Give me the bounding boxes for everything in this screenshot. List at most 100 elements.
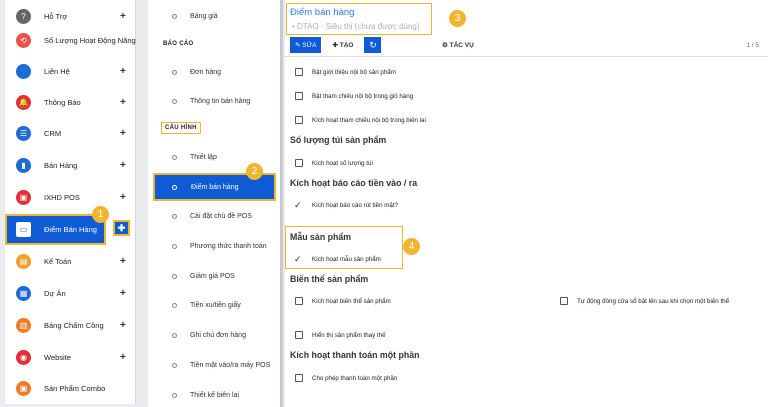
app-menu-item[interactable]: 👤 Liên Hệ + [5, 56, 136, 86]
cash-out-report-checkbox[interactable]: ✓ Kích hoạt báo cáo rút tiền mặt? [294, 201, 398, 210]
checkbox[interactable] [295, 374, 303, 382]
add-icon[interactable]: + [120, 192, 126, 203]
record-breadcrumb: • DTAO · Siêu thị (chưa được dùng) [292, 22, 420, 31]
add-icon[interactable]: + [120, 97, 126, 108]
app-menu-item[interactable]: ▤ Kế Toán + [5, 246, 136, 276]
add-pos-button[interactable]: ✚ [113, 220, 130, 236]
submenu-item-label: Thông tin bán hàng [190, 97, 251, 105]
submenu-item-label: Tiền mặt vào/ra máy POS [190, 361, 271, 369]
add-icon[interactable]: + [120, 320, 126, 331]
submenu-item[interactable]: Thiết kế biên lai [148, 383, 280, 407]
section-partial-payment: Kích hoạt thanh toán một phần [290, 350, 420, 360]
checkbox-label: Bật tham chiếu nội bộ trong giỏ hàng [312, 92, 414, 100]
app-menu-item[interactable]: ⟲ Số Lượng Hoạt Động Năng [5, 25, 136, 55]
app-menu-item[interactable]: ▣ Sản Phẩm Combo [5, 373, 136, 403]
checkbox[interactable] [295, 116, 303, 124]
app-menu-item-label: Dự Án [44, 288, 66, 298]
checkbox[interactable] [295, 92, 303, 100]
pos-icon: ▣ [16, 189, 31, 205]
add-icon[interactable]: + [120, 288, 126, 299]
internal-ref-product-checkbox[interactable]: Bật giới thiệu nội bộ sản phẩm [295, 68, 396, 76]
app-menu-item-label: Bảng Chấm Công [44, 320, 104, 330]
app-menu-item[interactable]: ☰ CRM + [5, 118, 136, 148]
add-icon[interactable]: + [120, 352, 126, 363]
submenu-heading-cau-hinh: CẤU HÌNH [161, 122, 201, 134]
checkbox[interactable] [295, 159, 303, 167]
callout-3: 3 [449, 10, 466, 27]
auto-close-popup-checkbox[interactable]: Tự động đóng cửa sổ bật lên sau khi chọn… [560, 297, 729, 305]
checkbox-label: Hiển thị sản phẩm thay thế [312, 331, 386, 339]
bullet-icon [172, 69, 177, 75]
app-menu-item-label: Kế Toán [44, 256, 72, 266]
toolbar: ✎ SỬA ✚ TẠO ↻ [290, 37, 382, 53]
bullet-icon [172, 98, 177, 104]
submenu-heading-bao-cao: BÁO CÁO [163, 41, 194, 47]
bag-quantity-checkbox[interactable]: Kích hoạt số lượng túi [295, 159, 373, 167]
show-alternative-products-checkbox[interactable]: Hiển thị sản phẩm thay thế [295, 331, 386, 339]
accounting-icon: ▤ [16, 253, 31, 269]
combo-icon: ▣ [16, 380, 31, 396]
submenu-item-don-hang[interactable]: Đơn hàng [148, 60, 280, 84]
checkbox-label: Kích hoạt biến thể sản phẩm [312, 297, 391, 305]
divider [285, 56, 768, 57]
submenu-item-label: Tiền xu/tiền giấy [190, 301, 241, 309]
submenu-item-label: Thiết lập [190, 153, 217, 161]
submenu-item-label: Cài đặt chủ đề POS [190, 212, 252, 220]
refresh-icon[interactable]: ↻ [364, 37, 382, 53]
checkbox-label: Kích hoạt báo cáo rút tiền mặt? [312, 202, 398, 209]
app-menu-item[interactable]: ▭ Điểm Bán Hàng [5, 214, 106, 245]
submenu-item-bang-gia[interactable]: Bảng giá [148, 4, 280, 28]
callout-4: 4 [403, 238, 420, 255]
app-menu-item[interactable]: ◉ Website + [5, 342, 136, 372]
submenu-item[interactable]: Tiền xu/tiền giấy [148, 293, 280, 317]
app-menu-item-label: CRM [44, 128, 62, 138]
bullet-icon [172, 362, 177, 368]
create-button[interactable]: ✚ TẠO [327, 37, 359, 53]
bullet-icon [172, 273, 177, 279]
add-icon[interactable]: + [120, 128, 126, 139]
history-icon: ⟲ [16, 32, 31, 48]
app-menu-item[interactable]: ▣ IXHD POS + [5, 182, 136, 212]
checkbox[interactable] [295, 68, 303, 76]
checkbox[interactable] [295, 331, 303, 339]
app-menu-item[interactable]: ▥ Bảng Chấm Công + [5, 310, 136, 340]
partial-payment-checkbox[interactable]: Cho phép thanh toán một phần [295, 374, 397, 382]
add-icon[interactable]: + [120, 160, 126, 171]
timesheet-icon: ▥ [16, 317, 31, 333]
bullet-icon [172, 243, 177, 249]
bullet-icon [172, 184, 177, 190]
app-menu-item[interactable]: ▮ Bán Hàng + [5, 150, 136, 180]
internal-ref-receipt-checkbox[interactable]: Kích hoạt tham chiếu nội bộ trong biên l… [295, 116, 426, 124]
submenu-item-thong-tin-ban-hang[interactable]: Thông tin bán hàng [148, 89, 280, 113]
edit-button[interactable]: ✎ SỬA [290, 37, 322, 53]
submenu-item[interactable]: Giảm giá POS [148, 264, 280, 288]
app-menu-item-label: Điểm Bán Hàng [44, 225, 97, 234]
app-menu-item[interactable]: 🔔 Thông Báo + [5, 87, 136, 117]
internal-ref-cart-checkbox[interactable]: Bật tham chiếu nội bộ trong giỏ hàng [295, 92, 413, 100]
product-variants-checkbox[interactable]: Kích hoạt biến thể sản phẩm [295, 297, 391, 305]
settings-submenu: Bảng giá BÁO CÁO Đơn hàng Thông tin bán … [148, 0, 283, 407]
checkmark-icon[interactable]: ✓ [294, 201, 303, 210]
bullet-icon [172, 302, 177, 308]
submenu-item[interactable]: Cài đặt chủ đề POS [148, 204, 280, 228]
bullet-icon [172, 213, 177, 219]
checkmark-icon[interactable]: ✓ [294, 255, 303, 264]
checkbox[interactable] [295, 297, 303, 305]
section-product-variants: Biến thể sản phẩm [290, 274, 369, 284]
app-menu-item-label: Hỗ Trợ [44, 11, 68, 21]
checkbox[interactable] [560, 297, 568, 305]
app-menu-item[interactable]: ▦ Dự Án + [5, 278, 136, 308]
add-icon[interactable]: + [120, 11, 126, 22]
submenu-item-label: Ghi chú đơn hàng [190, 331, 246, 339]
product-template-checkbox[interactable]: ✓ Kích hoạt mẫu sản phẩm [294, 255, 381, 264]
section-cash-in-out: Kích hoạt báo cáo tiền vào / ra [290, 178, 418, 188]
submenu-item[interactable]: Phương thức thanh toán [148, 234, 280, 258]
actions-button[interactable]: ⚙ TÁC VỤ [437, 37, 479, 53]
app-menu-item-label: Website [44, 352, 71, 362]
page-title[interactable]: Điểm bán hàng [290, 7, 354, 18]
crm-icon: ☰ [16, 125, 31, 141]
submenu-item[interactable]: Tiền mặt vào/ra máy POS [148, 353, 280, 377]
add-icon[interactable]: + [120, 256, 126, 267]
add-icon[interactable]: + [120, 66, 126, 77]
submenu-item[interactable]: Ghi chú đơn hàng [148, 323, 280, 347]
